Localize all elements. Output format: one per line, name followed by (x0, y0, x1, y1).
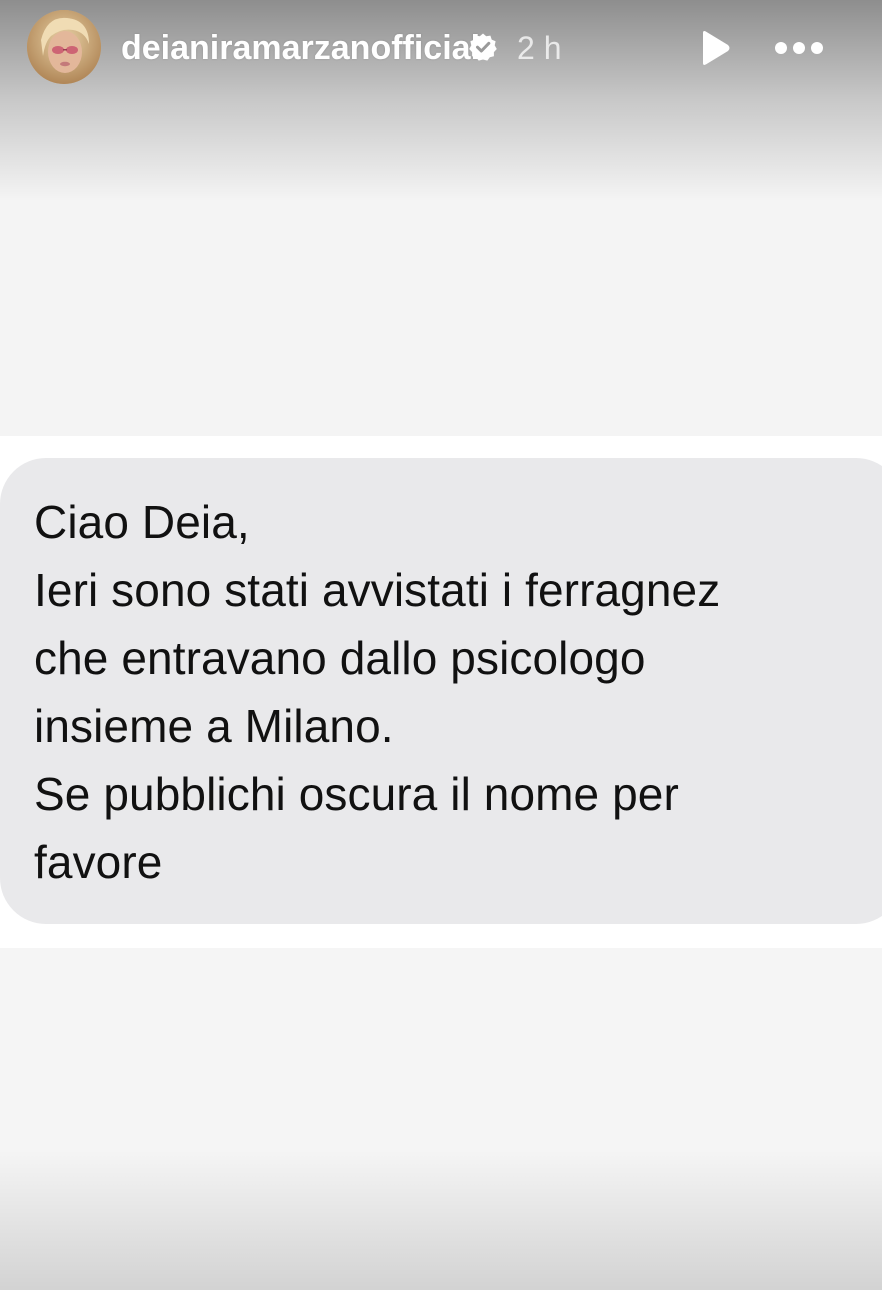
message-line: Se pubblichi oscura il nome per (34, 768, 679, 820)
message-line: Ciao Deia, (34, 496, 250, 548)
message-bubble: Ciao Deia, Ieri sono stati avvistati i f… (0, 458, 882, 924)
story-background-bottom (0, 948, 882, 1290)
avatar-image (27, 10, 101, 84)
message-line: che entravano dallo psicologo (34, 632, 646, 684)
message-line: insieme a Milano. (34, 700, 394, 752)
message-line: Ieri sono stati avvistati i ferragnez (34, 564, 721, 616)
verified-badge-icon (469, 33, 497, 61)
story-timestamp: 2 h (517, 30, 562, 66)
message-line: favore (34, 836, 163, 888)
story-username[interactable]: deianiramarzanofficial (121, 28, 480, 68)
story-header: deianiramarzanofficial 2 h (0, 0, 882, 96)
play-icon[interactable] (694, 28, 734, 68)
story-view: Ciao Deia, Ieri sono stati avvistati i f… (0, 0, 882, 1290)
more-options-icon[interactable] (772, 30, 826, 66)
user-avatar[interactable] (27, 10, 101, 84)
